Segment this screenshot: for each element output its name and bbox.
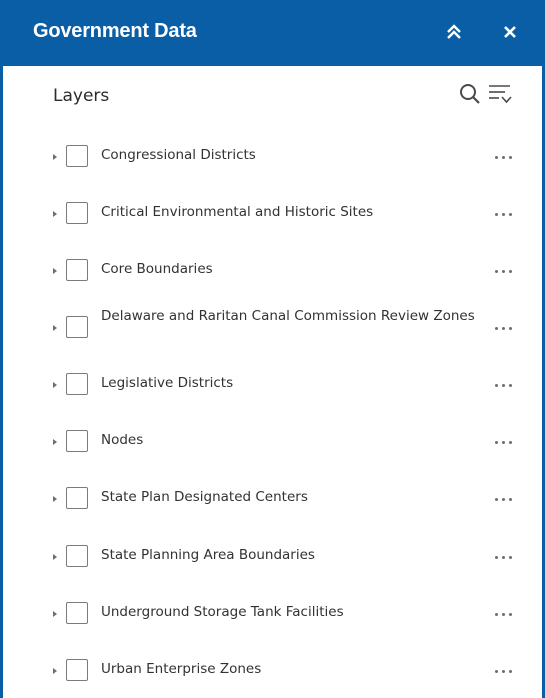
dot	[494, 383, 498, 387]
caret-right-icon[interactable]	[50, 150, 60, 164]
layer-checkbox[interactable]	[66, 145, 88, 167]
dot	[494, 440, 498, 444]
dot	[508, 497, 512, 501]
government-data-panel: Government Data Layers Congressional Dis…	[0, 0, 545, 698]
search-button[interactable]	[458, 82, 482, 106]
layer-checkbox[interactable]	[66, 487, 88, 509]
dot	[508, 669, 512, 673]
dot	[494, 497, 498, 501]
more-options-button[interactable]	[488, 491, 518, 507]
caret-right-icon[interactable]	[50, 664, 60, 678]
dot	[501, 383, 505, 387]
more-options-button[interactable]	[488, 549, 518, 565]
layer-label: Underground Storage Tank Facilities	[101, 604, 344, 620]
filter-button[interactable]	[487, 82, 513, 106]
dot	[494, 612, 498, 616]
more-options-button[interactable]	[488, 434, 518, 450]
dot	[508, 326, 512, 330]
double-chevron-up-icon	[447, 24, 461, 39]
search-icon	[460, 84, 480, 104]
more-options-button[interactable]	[488, 663, 518, 679]
dot	[494, 212, 498, 216]
dot	[494, 326, 498, 330]
layer-item: Nodes	[3, 420, 542, 464]
more-options-button[interactable]	[488, 263, 518, 279]
dot	[494, 669, 498, 673]
dot	[501, 212, 505, 216]
more-options-button[interactable]	[488, 320, 518, 336]
layer-label: Congressional Districts	[101, 147, 256, 163]
layer-item: Core Boundaries	[3, 249, 542, 293]
layer-label: Nodes	[101, 432, 144, 448]
dot	[508, 269, 512, 273]
dot	[501, 669, 505, 673]
layer-label: Delaware and Raritan Canal Commission Re…	[101, 308, 475, 324]
layer-checkbox[interactable]	[66, 259, 88, 281]
dot	[508, 155, 512, 159]
layer-label: Critical Environmental and Historic Site…	[101, 204, 374, 220]
dot	[508, 555, 512, 559]
layer-checkbox[interactable]	[66, 545, 88, 567]
more-options-button[interactable]	[488, 206, 518, 222]
layer-item: State Plan Designated Centers	[3, 477, 542, 521]
caret-right-icon[interactable]	[50, 435, 60, 449]
dot	[501, 555, 505, 559]
panel-title: Government Data	[33, 20, 197, 42]
dot	[501, 497, 505, 501]
dot	[494, 269, 498, 273]
more-options-button[interactable]	[488, 377, 518, 393]
dot	[501, 326, 505, 330]
caret-right-icon[interactable]	[50, 264, 60, 278]
dot	[501, 440, 505, 444]
layer-item: State Planning Area Boundaries	[3, 535, 542, 579]
layer-checkbox[interactable]	[66, 316, 88, 338]
layer-item: Underground Storage Tank Facilities	[3, 592, 542, 636]
dot	[508, 440, 512, 444]
caret-right-icon[interactable]	[50, 378, 60, 392]
more-options-button[interactable]	[488, 606, 518, 622]
dot	[501, 612, 505, 616]
caret-right-icon[interactable]	[50, 550, 60, 564]
dot	[494, 555, 498, 559]
close-icon	[504, 26, 516, 38]
layer-checkbox[interactable]	[66, 202, 88, 224]
dot	[501, 155, 505, 159]
close-button[interactable]	[497, 19, 523, 45]
layers-heading: Layers	[53, 86, 110, 106]
dot	[508, 612, 512, 616]
dot	[494, 155, 498, 159]
layer-item: Critical Environmental and Historic Site…	[3, 192, 542, 236]
layer-label: State Planning Area Boundaries	[101, 547, 315, 563]
layer-label: Legislative Districts	[101, 375, 234, 391]
dot	[508, 383, 512, 387]
layer-item: Congressional Districts	[3, 135, 542, 179]
layer-label: Core Boundaries	[101, 261, 213, 277]
layer-item: Urban Enterprise Zones	[3, 649, 542, 693]
dot	[508, 212, 512, 216]
layer-checkbox[interactable]	[66, 602, 88, 624]
layer-item: Delaware and Raritan Canal Commission Re…	[3, 306, 542, 350]
layer-checkbox[interactable]	[66, 430, 88, 452]
filter-icon	[489, 85, 512, 104]
layer-label: Urban Enterprise Zones	[101, 661, 262, 677]
panel-header: Government Data	[3, 0, 542, 66]
caret-right-icon[interactable]	[50, 207, 60, 221]
layer-item: Legislative Districts	[3, 363, 542, 407]
caret-right-icon[interactable]	[50, 492, 60, 506]
dot	[501, 269, 505, 273]
layer-checkbox[interactable]	[66, 659, 88, 681]
caret-right-icon[interactable]	[50, 321, 60, 335]
layer-checkbox[interactable]	[66, 373, 88, 395]
more-options-button[interactable]	[488, 149, 518, 165]
layer-label: State Plan Designated Centers	[101, 489, 308, 505]
collapse-button[interactable]	[441, 19, 467, 45]
caret-right-icon[interactable]	[50, 607, 60, 621]
